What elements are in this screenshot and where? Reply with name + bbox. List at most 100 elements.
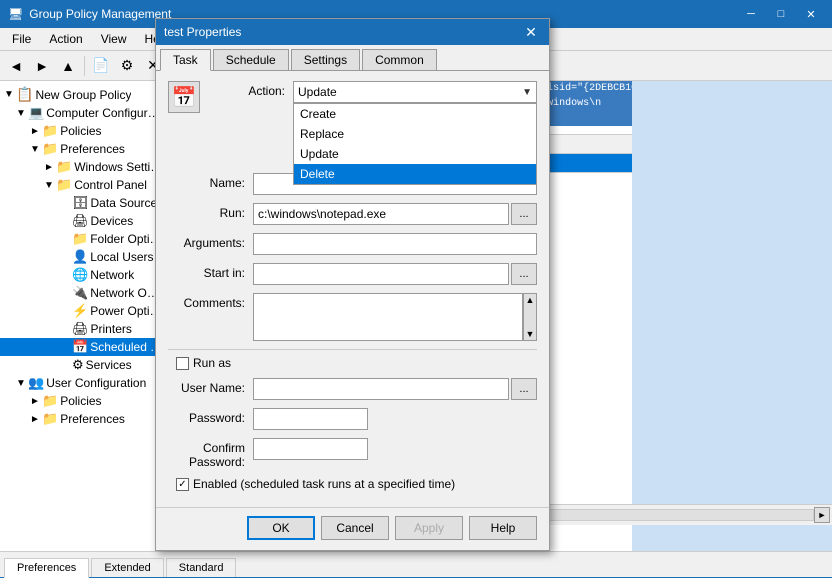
service-icon: ⚙ [72, 357, 84, 373]
tree-item-preferences2[interactable]: ► 📁 Preferences [0, 410, 164, 428]
tree-item-policies2[interactable]: ► 📁 Policies [0, 392, 164, 410]
enabled-label: Enabled (scheduled task runs at a specif… [193, 477, 455, 491]
tree-label: Printers [91, 322, 132, 336]
run-browse-button[interactable]: ... [511, 203, 537, 225]
action-form-row: Action: Update ▼ Create Replace Update [208, 81, 537, 103]
forward-button[interactable]: ► [30, 54, 54, 78]
user-config-icon: 👥 [28, 375, 44, 391]
tree-label: Control Panel [74, 178, 147, 192]
menu-file[interactable]: File [4, 30, 39, 48]
tree-label: Power Options [90, 304, 164, 318]
tab-standard[interactable]: Standard [166, 558, 237, 577]
scroll-up-button[interactable]: ▲ [524, 294, 536, 306]
tree-item-control-panel[interactable]: ▼ 📁 Control Panel [0, 176, 164, 194]
scroll-down-button[interactable]: ▼ [524, 328, 536, 340]
tree-item-scheduled-tasks[interactable]: 📅 Scheduled Tasks [0, 338, 164, 356]
back-button[interactable]: ◄ [4, 54, 28, 78]
datasource-icon: 🗄 [72, 195, 89, 211]
start-in-form-row: Start in: ... [168, 263, 537, 285]
dialog-tab-settings[interactable]: Settings [291, 49, 360, 70]
username-input[interactable] [253, 378, 509, 400]
help-button[interactable]: Help [469, 516, 537, 540]
computer-icon: 💻 [28, 105, 44, 121]
arguments-input[interactable] [253, 233, 537, 255]
tree-item-policies[interactable]: ► 📁 Policies [0, 122, 164, 140]
tree-item-new-group-policy[interactable]: ▼ 📋 New Group Policy [0, 85, 164, 104]
tree-item-data-sources[interactable]: 🗄 Data Sources [0, 194, 164, 212]
enabled-row: ✓ Enabled (scheduled task runs at a spec… [168, 477, 537, 491]
tree-item-local-users[interactable]: 👤 Local Users [0, 248, 164, 266]
tree-toggle: ▼ [14, 108, 28, 119]
menu-action[interactable]: Action [41, 30, 90, 48]
tree-item-network[interactable]: 🌐 Network [0, 266, 164, 284]
tree-toggle: ► [28, 396, 42, 407]
apply-button[interactable]: Apply [395, 516, 463, 540]
dropdown-arrow-icon: ▼ [522, 87, 532, 98]
tree-item-user-configuration[interactable]: ▼ 👥 User Configuration [0, 374, 164, 392]
run-form-row: Run: ... [168, 203, 537, 225]
policy-icon: 📋 [16, 86, 33, 103]
start-in-input[interactable] [253, 263, 509, 285]
confirm-password-input[interactable] [253, 438, 368, 460]
cancel-button[interactable]: Cancel [321, 516, 389, 540]
maximize-button[interactable]: □ [768, 5, 794, 23]
password-form-row: Password: [168, 408, 537, 430]
divider [168, 349, 537, 350]
power-icon: ⚡ [72, 303, 88, 319]
dialog-buttons: OK Cancel Apply Help [156, 507, 549, 550]
tree-item-power-options[interactable]: ⚡ Power Options [0, 302, 164, 320]
bg-window-title: 🖥 Group Policy Management [8, 7, 171, 21]
action-dropdown-selected[interactable]: Update ▼ [293, 81, 537, 103]
password-input[interactable] [253, 408, 368, 430]
tree-toggle: ► [28, 414, 42, 425]
up-button[interactable]: ▲ [56, 54, 80, 78]
start-in-label: Start in: [168, 263, 253, 280]
tree-item-folder-options[interactable]: 📁 Folder Options [0, 230, 164, 248]
run-as-checkbox[interactable] [176, 357, 189, 370]
start-in-browse-button[interactable]: ... [511, 263, 537, 285]
tree-item-services[interactable]: ⚙ Services [0, 356, 164, 374]
tree-item-devices[interactable]: 🖨 Devices [0, 212, 164, 230]
tab-preferences[interactable]: Preferences [4, 558, 89, 578]
arguments-form-row: Arguments: [168, 233, 537, 255]
tree-label: Preferences [60, 412, 125, 426]
network2-icon: 🔌 [72, 285, 88, 301]
tree-item-computer-configuration[interactable]: ▼ 💻 Computer Configuration [0, 104, 164, 122]
tree-item-printers[interactable]: 🖨 Printers [0, 320, 164, 338]
tree-toggle: ▼ [14, 378, 28, 389]
username-browse-button[interactable]: ... [511, 378, 537, 400]
comments-textarea[interactable] [253, 293, 523, 341]
new-button[interactable]: 📄 [89, 54, 113, 78]
menu-view[interactable]: View [93, 30, 135, 48]
start-in-field-group: ... [253, 263, 537, 285]
run-input[interactable] [253, 203, 509, 225]
tab-extended[interactable]: Extended [91, 558, 163, 577]
dialog-tab-task[interactable]: Task [160, 49, 211, 71]
tree-label: New Group Policy [35, 88, 131, 102]
username-field-group: ... [253, 378, 537, 400]
tree-toggle: ▼ [28, 144, 42, 155]
option-delete[interactable]: Delete [294, 164, 536, 184]
minimize-button[interactable]: ─ [738, 5, 764, 23]
dialog-close-button[interactable]: ✕ [521, 23, 541, 41]
tree-item-preferences[interactable]: ▼ 📁 Preferences [0, 140, 164, 158]
dialog-tab-common[interactable]: Common [362, 49, 437, 70]
close-button[interactable]: ✕ [798, 5, 824, 23]
action-dropdown-wrapper: Action: Update ▼ Create Replace Update [208, 81, 537, 111]
username-label: User Name: [168, 378, 253, 395]
action-selected-text: Update [298, 85, 337, 99]
option-create[interactable]: Create [294, 104, 536, 124]
enabled-checkbox[interactable]: ✓ [176, 478, 189, 491]
tree-item-network2[interactable]: 🔌 Network Options [0, 284, 164, 302]
properties-button[interactable]: ⚙ [115, 54, 139, 78]
dialog-tab-schedule[interactable]: Schedule [213, 49, 289, 70]
folder-icon: 📁 [42, 123, 58, 139]
tree-label: Network [90, 268, 134, 282]
tree-label: Policies [60, 394, 101, 408]
tree-item-windows-settings[interactable]: ► 📁 Windows Settings [0, 158, 164, 176]
bottom-tabs: Preferences Extended Standard [0, 551, 832, 577]
hscroll-right-button[interactable]: ► [814, 507, 830, 523]
option-replace[interactable]: Replace [294, 124, 536, 144]
ok-button[interactable]: OK [247, 516, 315, 540]
option-update[interactable]: Update [294, 144, 536, 164]
